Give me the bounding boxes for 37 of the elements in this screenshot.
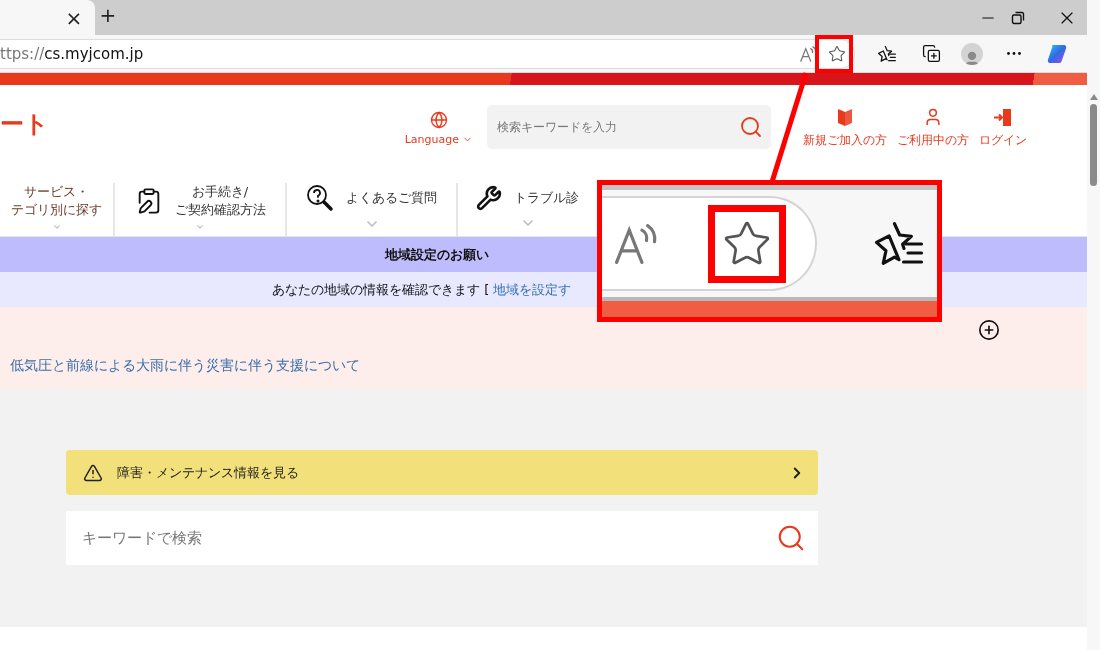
nav-menu-item[interactable]: トラブル診: [458, 183, 597, 236]
restore-icon[interactable]: [1011, 10, 1025, 25]
leaf-mark-icon: [837, 107, 853, 127]
announcement-link[interactable]: 低気圧と前線による大雨に伴う災害に伴う支援について: [10, 357, 360, 375]
expand-button[interactable]: [978, 319, 1000, 341]
person-icon: [923, 107, 943, 127]
keyword-input[interactable]: キーワードで検索: [80, 528, 776, 548]
collections-icon: [921, 44, 941, 63]
read-aloud-icon: [799, 44, 817, 63]
language-button[interactable]: Language: [404, 110, 473, 146]
header-link[interactable]: ログイン: [979, 107, 1027, 149]
notice-title: 地域設定のお願い: [385, 245, 489, 264]
notice-message: あなたの地域の情報を確認できます [: [272, 280, 490, 299]
question-magnifier-icon: [306, 183, 334, 212]
site-logo-text: ート: [0, 109, 49, 140]
set-region-link[interactable]: 地域を設定す: [493, 280, 572, 299]
search-field[interactable]: 検索キーワードを入力: [487, 105, 771, 149]
search-input[interactable]: 検索キーワードを入力: [495, 119, 739, 135]
search-icon[interactable]: [776, 523, 806, 553]
globe-icon: [429, 110, 448, 129]
wrench-icon: [476, 184, 502, 211]
more-icon: [1007, 52, 1021, 55]
warning-icon: [83, 462, 103, 483]
scroll-up-arrow-icon[interactable]: [1089, 94, 1098, 100]
login-icon: [993, 107, 1013, 127]
highlight-frame: [815, 35, 853, 73]
header-link[interactable]: ご利用中の方: [897, 107, 969, 149]
search-icon[interactable]: [739, 115, 763, 139]
star-icon: [828, 44, 846, 63]
profile-avatar[interactable]: [961, 42, 983, 65]
maintenance-info-bar[interactable]: 障害・メンテナンス情報を見る: [66, 450, 818, 495]
scrollbar-thumb[interactable]: [1090, 104, 1097, 186]
keyword-search-field[interactable]: キーワードで検索: [66, 511, 818, 565]
new-tab-button[interactable]: +: [95, 0, 121, 30]
header-link[interactable]: 新規ご加入の方: [803, 107, 887, 149]
url-text: ttps://cs.myjcom.jp: [0, 44, 144, 63]
favorites-icon: [877, 43, 897, 64]
